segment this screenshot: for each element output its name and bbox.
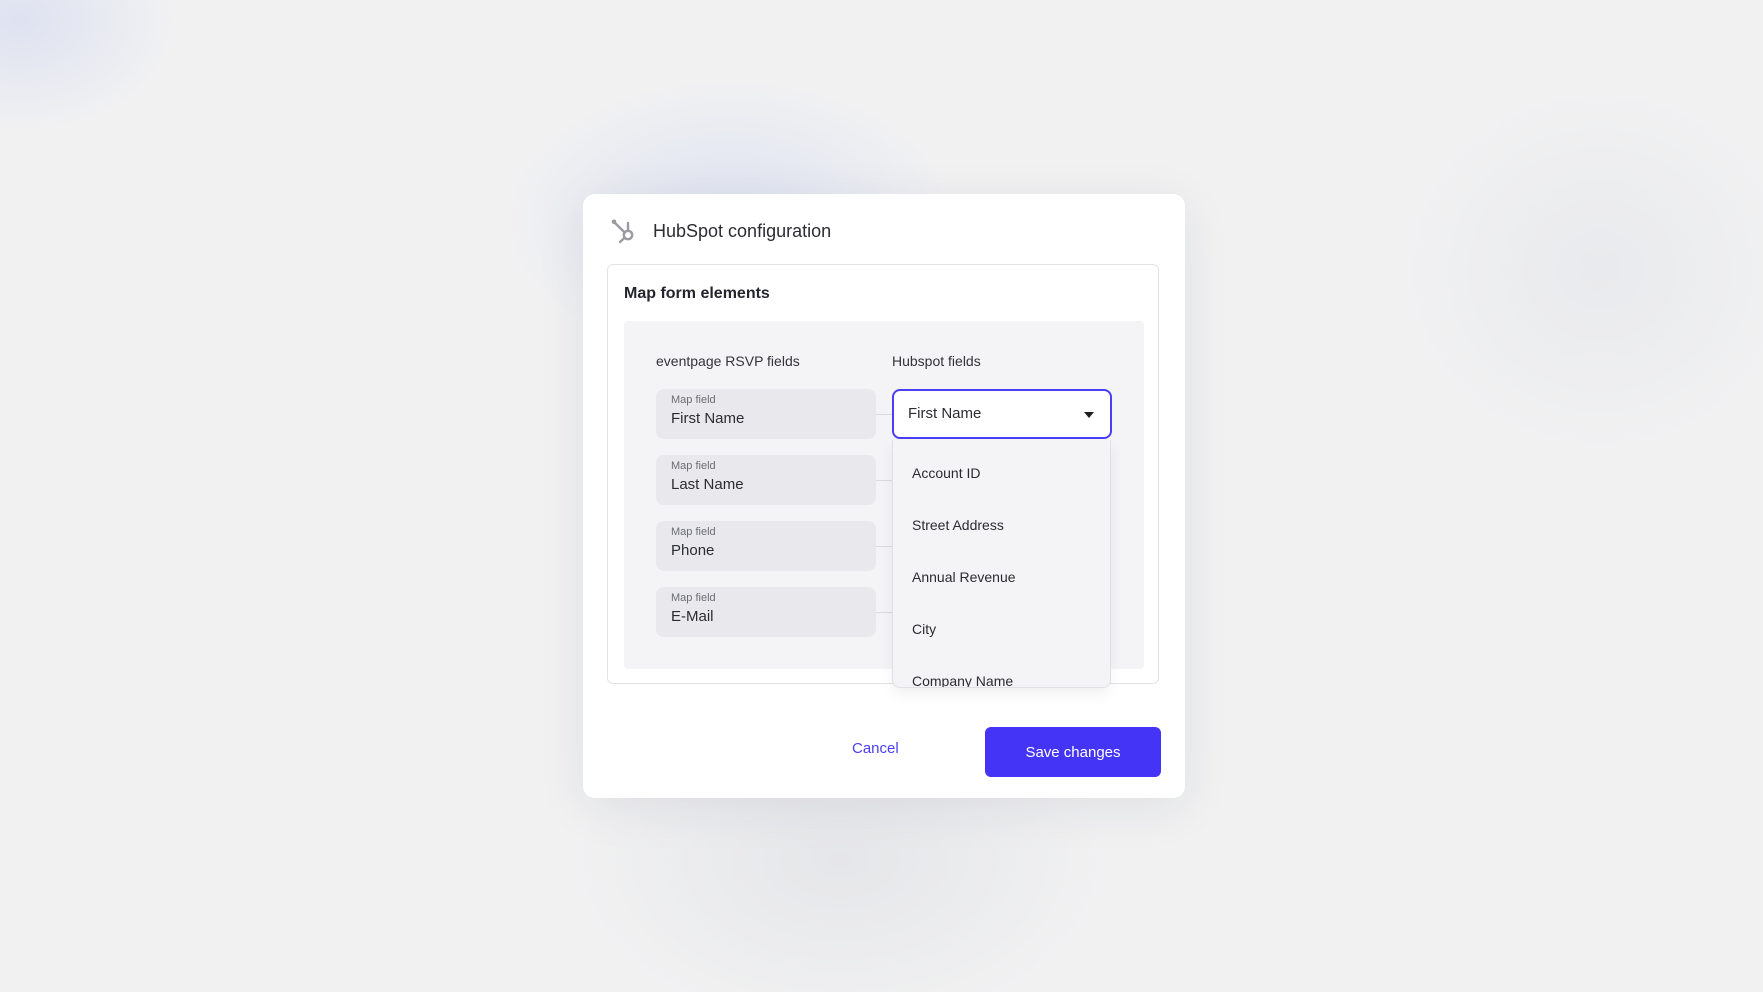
hubspot-field-select[interactable]: First Name — [892, 389, 1112, 439]
connector-line — [876, 612, 892, 613]
dropdown-option-company-name[interactable]: Company Name — [912, 673, 1013, 687]
mapping-row: Map field Last Name — [656, 455, 892, 505]
dropdown-option-street-address[interactable]: Street Address — [912, 517, 1004, 533]
mapping-row: Map field Phone — [656, 521, 892, 571]
connector-line — [876, 546, 892, 547]
save-changes-button[interactable]: Save changes — [985, 727, 1161, 777]
map-field-label: Map field — [671, 460, 716, 472]
map-field-value: E-Mail — [671, 608, 714, 625]
map-field-label: Map field — [671, 592, 716, 604]
map-field-label: Map field — [671, 526, 716, 538]
map-field-value: Phone — [671, 542, 715, 559]
card-title: Map form elements — [624, 285, 770, 302]
map-field-last-name[interactable]: Map field Last Name — [656, 455, 876, 505]
map-field-first-name[interactable]: Map field First Name — [656, 389, 876, 439]
hubspot-select-value: First Name — [908, 405, 982, 422]
caret-down-icon — [1084, 412, 1094, 418]
connector-line — [876, 414, 892, 415]
map-field-email[interactable]: Map field E-Mail — [656, 587, 876, 637]
hubspot-logo-icon — [609, 217, 637, 245]
modal-title: HubSpot configuration — [653, 220, 832, 241]
map-field-phone[interactable]: Map field Phone — [656, 521, 876, 571]
dropdown-option-annual-revenue[interactable]: Annual Revenue — [912, 569, 1016, 585]
cancel-button[interactable]: Cancel — [852, 740, 899, 757]
connector-line — [876, 480, 892, 481]
eventpage-fields-header: eventpage RSVP fields — [656, 353, 800, 369]
hubspot-field-dropdown: Account ID Street Address Annual Revenue… — [892, 440, 1111, 688]
hubspot-fields-header: Hubspot fields — [892, 353, 981, 369]
dropdown-option-account-id[interactable]: Account ID — [912, 465, 980, 481]
dropdown-option-city[interactable]: City — [912, 621, 936, 637]
mapping-row: Map field First Name — [656, 389, 892, 439]
map-field-label: Map field — [671, 394, 716, 406]
modal-header: HubSpot configuration — [609, 216, 831, 246]
mapping-row: Map field E-Mail — [656, 587, 892, 637]
map-field-value: First Name — [671, 410, 745, 427]
map-field-value: Last Name — [671, 476, 744, 493]
